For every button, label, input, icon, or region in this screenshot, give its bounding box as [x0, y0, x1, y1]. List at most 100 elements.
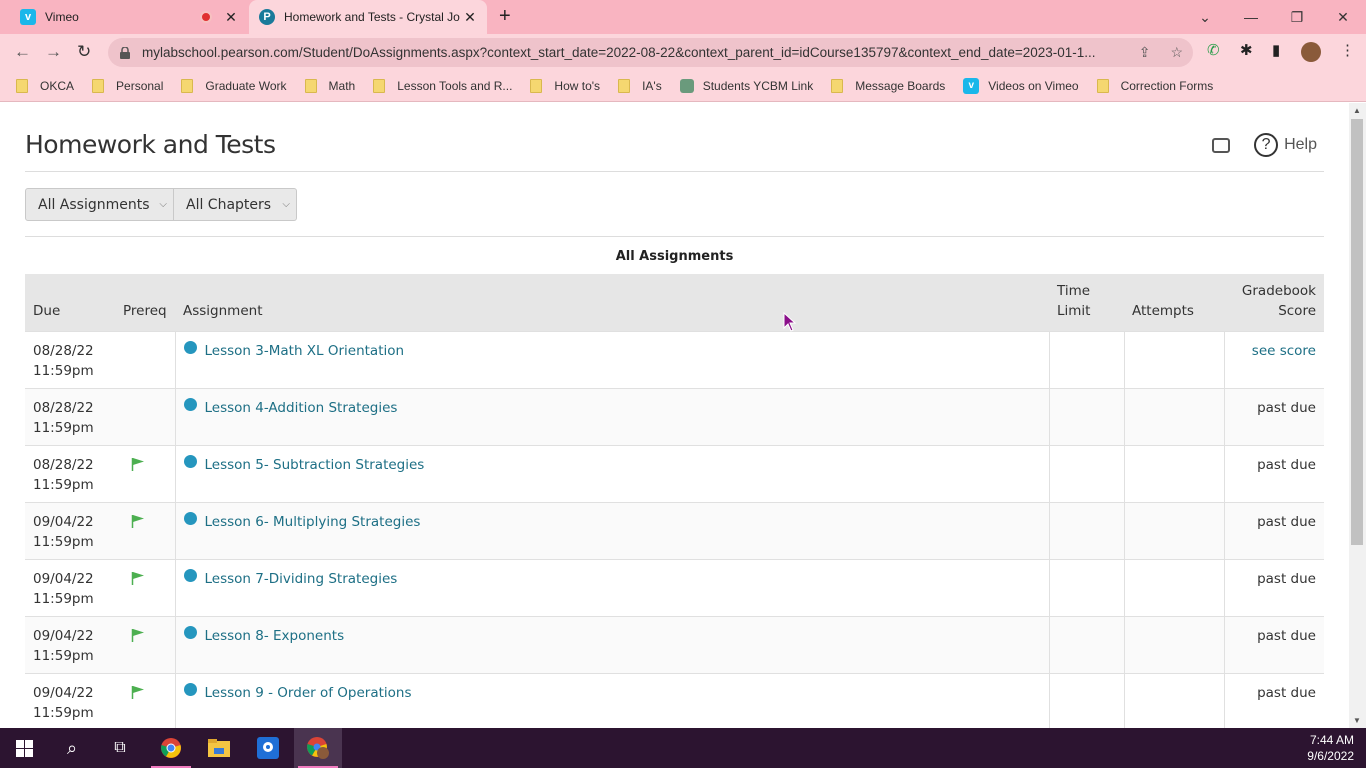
chrome-profile-icon[interactable] — [294, 728, 342, 768]
menu-kebab-icon[interactable]: ⋮ — [1340, 41, 1355, 59]
prereq-flag-icon[interactable] — [131, 628, 145, 642]
bookmark-message-boards[interactable]: Message Boards — [831, 78, 945, 93]
close-tab-icon[interactable]: ✕ — [461, 9, 479, 26]
help-link[interactable]: Help — [1284, 136, 1317, 154]
table-caption: All Assignments — [615, 249, 734, 264]
score-status: past due — [1257, 570, 1316, 587]
score-cell: past due — [1223, 616, 1324, 673]
prereq-flag-icon[interactable] — [131, 457, 145, 471]
prereq-flag-icon[interactable] — [131, 571, 145, 585]
extensions-icon[interactable]: ✱ — [1240, 41, 1253, 59]
see-score-link[interactable]: see score — [1252, 343, 1316, 359]
maps-icon[interactable] — [244, 728, 292, 768]
status-dot-icon — [183, 454, 197, 468]
chrome-icon[interactable] — [147, 728, 195, 768]
new-tab-button[interactable]: + — [499, 5, 511, 28]
restore-icon[interactable]: ❐ — [1274, 0, 1320, 34]
assignment-link[interactable]: Lesson 3-Math XL Orientation — [205, 343, 405, 359]
attempts-cell — [1123, 502, 1224, 559]
forward-icon[interactable]: → — [45, 42, 62, 62]
bookmark-ias[interactable]: IA's — [618, 78, 662, 93]
table-row: 09/04/22 11:59pm Lesson 6- Multiplying Str… — [25, 502, 1324, 559]
prereq-cell — [115, 673, 175, 728]
bookmark-star-icon[interactable]: ☆ — [1170, 44, 1183, 61]
status-dot-icon — [183, 340, 197, 354]
time-limit-cell — [1048, 388, 1124, 445]
bookmark-graduate-work[interactable]: Graduate Work — [181, 78, 287, 93]
bookmark-students-ycbm-link[interactable]: Students YCBM Link — [679, 78, 813, 93]
file-explorer-icon[interactable] — [195, 728, 243, 768]
bookmark-how-tos[interactable]: How to's — [530, 78, 601, 93]
select-value: All Assignments — [38, 196, 150, 213]
print-icon[interactable] — [1212, 137, 1231, 153]
minimize-icon[interactable]: — — [1228, 0, 1274, 34]
score-cell: past due — [1223, 673, 1324, 728]
chapters-filter-select[interactable]: All Chapters ⌵ — [174, 188, 297, 221]
bookmark-personal[interactable]: Personal — [92, 78, 163, 93]
scrollbar-thumb[interactable] — [1351, 119, 1363, 545]
tab-homework-and-tests[interactable]: P Homework and Tests - Crystal Jo ✕ — [249, 0, 487, 34]
close-window-icon[interactable]: ✕ — [1320, 0, 1366, 34]
folder-icon — [618, 78, 631, 93]
assignments-filter-select[interactable]: All Assignments ⌵ — [25, 188, 174, 221]
bookmark-lesson-tools[interactable]: Lesson Tools and R... — [373, 78, 512, 93]
assignment-link[interactable]: Lesson 9 - Order of Operations — [205, 685, 412, 701]
share-icon[interactable]: ⇪ — [1139, 44, 1151, 61]
mouse-cursor-icon — [783, 312, 797, 332]
profile-avatar[interactable] — [1301, 42, 1321, 62]
scroll-down-icon[interactable]: ▼ — [1353, 716, 1361, 725]
attempts-cell — [1123, 559, 1224, 616]
header-due[interactable]: Due — [25, 274, 115, 331]
score-status: past due — [1257, 399, 1316, 416]
tab-search-icon[interactable]: ⌄ — [1182, 0, 1228, 34]
page-scrollbar[interactable]: ▲ ▼ — [1349, 103, 1366, 728]
phone-extension-icon[interactable]: ✆ — [1207, 41, 1220, 59]
back-icon[interactable]: ← — [14, 42, 31, 62]
table-header-row: Due Prereq Assignment Time Limit Attempts… — [25, 274, 1324, 331]
prereq-cell — [115, 331, 175, 388]
score-cell: past due — [1223, 502, 1324, 559]
prereq-flag-icon[interactable] — [131, 514, 145, 528]
bookmarks-bar: OKCA Personal Graduate Work Math Lesson … — [0, 70, 1366, 102]
assignment-link[interactable]: Lesson 4-Addition Strategies — [205, 400, 398, 416]
tab-vimeo[interactable]: v Vimeo ✕ — [8, 0, 248, 34]
bookmark-label: IA's — [642, 78, 662, 93]
assignment-link[interactable]: Lesson 5- Subtraction Strategies — [205, 457, 425, 473]
table-row: 09/04/22 11:59pm Lesson 7-Dividing Strateg… — [25, 559, 1324, 616]
prereq-flag-icon[interactable] — [131, 685, 145, 699]
task-view-icon[interactable]: ⧉ — [96, 728, 144, 768]
system-clock[interactable]: 7:44 AM 9/6/2022 — [1307, 732, 1354, 764]
attempts-cell — [1123, 388, 1224, 445]
bookmark-label: How to's — [554, 78, 601, 93]
score-cell: past due — [1223, 445, 1324, 502]
assignment-link[interactable]: Lesson 6- Multiplying Strategies — [205, 514, 421, 530]
divider — [25, 236, 1324, 237]
bookmark-math[interactable]: Math — [304, 78, 355, 93]
side-panel-icon[interactable]: ▮ — [1272, 41, 1280, 59]
prereq-cell — [115, 616, 175, 673]
header-time-limit: Time Limit — [1049, 274, 1124, 331]
header-assignment[interactable]: Assignment — [175, 274, 1049, 331]
close-tab-icon[interactable]: ✕ — [222, 9, 240, 26]
scroll-up-icon[interactable]: ▲ — [1353, 106, 1361, 115]
address-bar[interactable]: mylabschool.pearson.com/Student/DoAssign… — [108, 38, 1193, 67]
assignment-cell: Lesson 7-Dividing Strategies — [174, 559, 1049, 616]
header-gradebook-score: Gradebook Score — [1224, 274, 1324, 331]
help-icon[interactable]: ? — [1254, 133, 1279, 157]
bookmark-correction-forms[interactable]: Correction Forms — [1096, 78, 1213, 93]
due-time: 11:59pm — [33, 476, 94, 493]
bookmark-label: Graduate Work — [205, 78, 287, 93]
header-text: Time — [1057, 282, 1091, 299]
attempts-cell — [1123, 673, 1224, 728]
score-cell: see score — [1223, 331, 1324, 388]
bookmark-videos-on-vimeo[interactable]: v Videos on Vimeo — [963, 77, 1079, 94]
page-title: Homework and Tests — [25, 130, 276, 159]
assignment-link[interactable]: Lesson 8- Exponents — [205, 628, 345, 644]
assignment-link[interactable]: Lesson 7-Dividing Strategies — [205, 571, 398, 587]
bookmark-okca[interactable]: OKCA — [16, 78, 74, 93]
reload-icon[interactable]: ↻ — [77, 42, 91, 62]
windows-start-icon[interactable] — [0, 728, 48, 768]
search-icon[interactable]: ⌕ — [48, 728, 96, 768]
table-row: 08/28/22 11:59pm Lesson 5- Subtraction Str… — [25, 445, 1324, 502]
attempts-cell — [1123, 445, 1224, 502]
